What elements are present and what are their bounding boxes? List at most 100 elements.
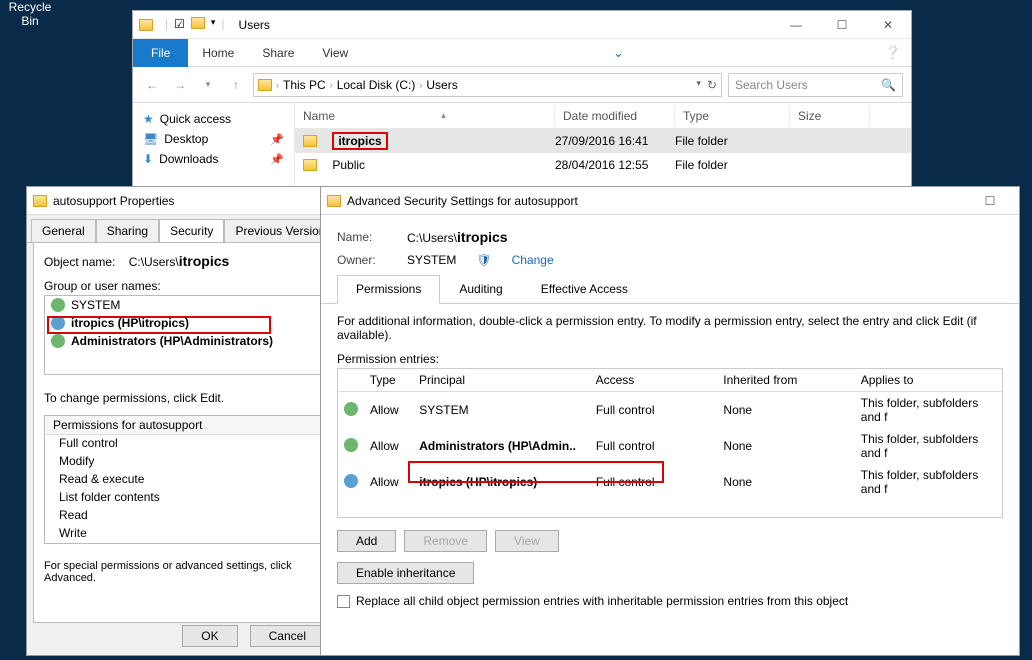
folder-icon [327,195,341,207]
nav-downloads[interactable]: ⬇Downloads📌 [133,149,294,169]
group-icon [344,402,358,416]
file-type: File folder [675,158,790,172]
search-placeholder: Search Users [735,78,808,92]
address-dropdown-icon[interactable]: ▾ [696,78,701,92]
enable-inheritance-button[interactable]: Enable inheritance [337,562,474,584]
up-button[interactable]: ↑ [225,78,247,92]
share-tab[interactable]: Share [248,39,308,67]
entries-header: Type Principal Access Inherited from App… [338,369,1002,392]
quick-access-label: Quick access [160,112,231,126]
crumb-thispc[interactable]: This PC [283,78,326,92]
col-access[interactable]: Access [590,369,718,391]
info-text: For additional information, double-click… [337,314,1003,342]
owner-value: SYSTEM [407,253,456,267]
nav-desktop[interactable]: 🖥Desktop📌 [133,129,294,149]
ok-button[interactable]: OK [182,625,237,647]
col-name[interactable]: Name▴ [295,105,555,127]
file-date: 27/09/2016 16:41 [555,134,675,148]
entry-row[interactable]: Allow Administrators (HP\Admin.. Full co… [338,428,1002,464]
view-button[interactable]: View [495,530,559,552]
folder-icon [139,19,153,31]
cancel-button[interactable]: Cancel [250,625,325,647]
qat-newfolder-icon[interactable] [191,17,205,32]
entries-table: Type Principal Access Inherited from App… [337,368,1003,518]
address-bar[interactable]: ›This PC ›Local Disk (C:) ›Users ▾ ↻ [253,73,722,97]
entry-inherited: None [717,435,854,457]
crumb-users[interactable]: Users [426,78,457,92]
name-prefix: C:\Users\ [407,231,457,245]
maximize-button[interactable]: ☐ [967,187,1013,215]
change-owner-link[interactable]: Change [512,253,554,267]
add-button[interactable]: Add [337,530,396,552]
highlight-box [47,316,271,334]
tab-effective-access[interactable]: Effective Access [522,275,647,303]
advanced-security-window: Advanced Security Settings for autosuppo… [320,186,1020,656]
qat-divider: | [165,17,168,32]
col-principal[interactable]: Principal [413,369,590,391]
replace-checkbox[interactable] [337,595,350,608]
desktop-icon: 🖥 [143,132,158,146]
recycle-bin[interactable]: Recycle Bin [0,0,60,28]
perm-header: Permissions for autosupport [53,418,202,432]
search-input[interactable]: Search Users 🔍 [728,73,903,97]
advanced-tabs: Permissions Auditing Effective Access [321,275,1019,304]
file-row-public[interactable]: Public 28/04/2016 12:55 File folder [295,153,911,177]
col-type[interactable]: Type [364,369,413,391]
view-tab[interactable]: View [308,39,362,67]
file-row-itropics[interactable]: itropics 27/09/2016 16:41 File folder [295,129,911,153]
back-button[interactable]: ← [141,78,163,92]
minimize-button[interactable]: — [773,11,819,39]
group-icon [51,298,65,312]
search-icon[interactable]: 🔍 [881,78,896,92]
qat-dropdown-icon[interactable]: ▾ [211,17,216,32]
recent-dropdown[interactable]: ▾ [197,79,219,90]
folder-icon [33,195,47,207]
advanced-label: For special permissions or advanced sett… [44,560,314,584]
crumb-localdisk[interactable]: Local Disk (C:) [337,78,416,92]
col-size[interactable]: Size [790,105,870,127]
quick-access[interactable]: ★ Quick access [133,109,294,129]
col-type[interactable]: Type [675,105,790,127]
star-icon: ★ [143,112,154,126]
qat-divider2: | [221,17,224,32]
remove-button[interactable]: Remove [404,530,487,552]
entry-principal: SYSTEM [413,399,590,421]
tab-security[interactable]: Security [159,219,224,242]
home-tab[interactable]: Home [188,39,248,67]
chevron-right-icon: › [419,80,422,90]
chevron-right-icon: › [276,80,279,90]
address-folder-icon [258,79,272,91]
refresh-button[interactable]: ↻ [707,78,717,92]
entry-type: Allow [364,435,413,457]
help-icon[interactable]: ❔ [885,45,911,61]
entry-access: Full control [590,399,718,421]
tab-sharing[interactable]: Sharing [96,219,159,242]
entries-label: Permission entries: [337,352,1003,366]
replace-label: Replace all child object permission entr… [356,594,848,608]
shield-icon: 🛡 [476,253,491,267]
entry-inherited: None [717,399,854,421]
entry-row[interactable]: Allow SYSTEM Full control None This fold… [338,392,1002,428]
close-button[interactable]: ✕ [865,11,911,39]
entry-inherited: None [717,471,854,493]
col-applies[interactable]: Applies to [855,369,1002,391]
object-name-label: Object name: [44,255,115,269]
file-tab[interactable]: File [133,39,188,67]
chevron-right-icon: › [330,80,333,90]
qat-properties-icon[interactable]: ☑ [174,17,185,32]
forward-button[interactable]: → [169,78,191,92]
col-inherited[interactable]: Inherited from [717,369,854,391]
tab-permissions[interactable]: Permissions [337,275,440,304]
tab-general[interactable]: General [31,219,96,242]
explorer-window: | ☑ ▾ | Users — ☐ ✕ File Home Share View… [132,10,912,214]
group-icon [344,438,358,452]
folder-icon [303,135,317,147]
col-date[interactable]: Date modified [555,105,675,127]
navbar: ← → ▾ ↑ ›This PC ›Local Disk (C:) ›Users… [133,67,911,103]
properties-title: autosupport Properties [53,194,174,208]
ribbon-expand-icon[interactable]: ⌄ [613,45,634,61]
tab-auditing[interactable]: Auditing [440,275,521,303]
nav-desktop-label: Desktop [164,132,208,146]
entry-row[interactable]: Allow itropics (HP\itropics) Full contro… [338,464,1002,500]
maximize-button[interactable]: ☐ [819,11,865,39]
